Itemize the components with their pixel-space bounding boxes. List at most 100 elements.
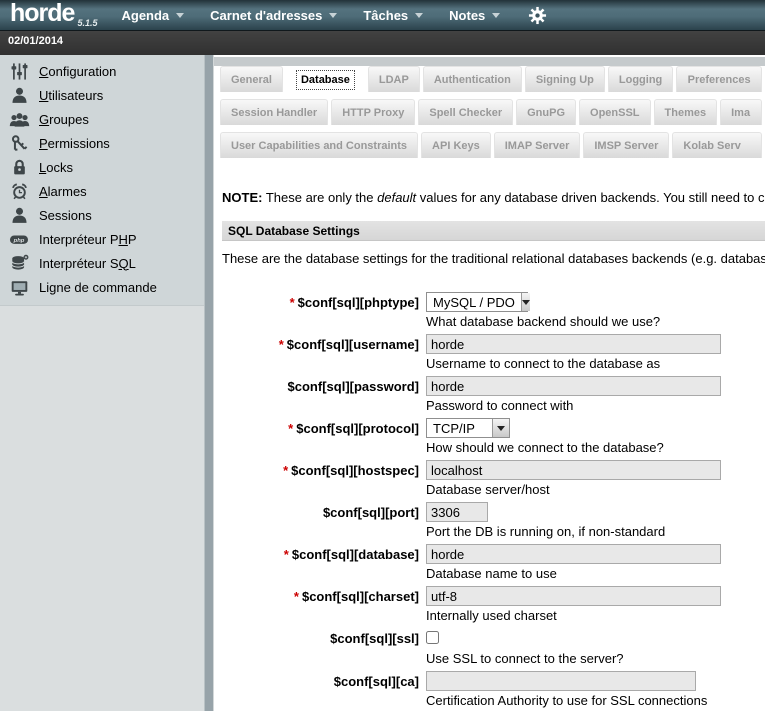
menu-notes[interactable]: Notes [449, 8, 500, 23]
tab-authentication[interactable]: Authentication [423, 66, 522, 92]
field-row-ssl: *$conf[sql][ssl] Use SSL to connect to t… [214, 628, 765, 666]
field-help: Database server/host [426, 482, 721, 497]
database-icon [8, 253, 30, 273]
required-marker: * [283, 463, 288, 478]
tab-signing-up[interactable]: Signing Up [525, 66, 605, 92]
sidebar-item-configuration[interactable]: Configuration [0, 59, 204, 83]
logo-text: horde [10, 0, 74, 27]
topbar: horde5.1.5 Agenda Carnet d'adresses Tâch… [0, 0, 765, 31]
sidebar-item-alarmes[interactable]: Alarmes [0, 179, 204, 203]
tab-session-handler[interactable]: Session Handler [220, 99, 328, 125]
field-row-username: *$conf[sql][username] Username to connec… [214, 334, 765, 371]
required-marker: * [284, 547, 289, 562]
user-icon [8, 85, 30, 105]
tab-http-proxy[interactable]: HTTP Proxy [331, 99, 415, 125]
tab-gnupg[interactable]: GnuPG [516, 99, 576, 125]
field-help: Database name to use [426, 566, 721, 581]
field-help: Internally used charset [426, 608, 721, 623]
horde-logo[interactable]: horde5.1.5 [10, 0, 97, 32]
app-menubar: Agenda Carnet d'adresses Tâches Notes [121, 6, 547, 25]
menu-carnet-adresses[interactable]: Carnet d'adresses [210, 8, 337, 23]
charset-input[interactable] [426, 586, 721, 606]
field-row-password: *$conf[sql][password] Password to connec… [214, 376, 765, 413]
section-description: These are the database settings for the … [222, 251, 765, 266]
tab-imsp-server[interactable]: IMSP Server [583, 132, 669, 158]
date-bar: 02/01/2014 [0, 31, 765, 55]
ca-input[interactable] [426, 671, 696, 691]
tab-openssl[interactable]: OpenSSL [579, 99, 651, 125]
sidebar-divider [204, 55, 213, 711]
phptype-select[interactable]: MySQL / PDO [426, 292, 528, 312]
php-icon: php [8, 229, 30, 249]
password-input[interactable] [426, 376, 721, 396]
tab-user-capabilities[interactable]: User Capabilities and Constraints [220, 132, 418, 158]
sidebar-item-interpreteur-php[interactable]: php Interpréteur PHP [0, 227, 204, 251]
field-row-charset: *$conf[sql][charset] Internally used cha… [214, 586, 765, 623]
chevron-down-icon [176, 13, 184, 18]
sql-settings-form: *$conf[sql][phptype] MySQL / PDO What da… [214, 292, 765, 708]
field-row-phptype: *$conf[sql][phptype] MySQL / PDO What da… [214, 292, 765, 329]
current-date: 02/01/2014 [8, 35, 63, 47]
field-row-protocol: *$conf[sql][protocol] TCP/IP How should … [214, 418, 765, 455]
username-input[interactable] [426, 334, 721, 354]
version-label: 5.1.5 [77, 18, 97, 28]
svg-text:php: php [13, 237, 25, 243]
tab-preferences[interactable]: Preferences [676, 66, 762, 92]
chevron-down-icon [492, 419, 509, 437]
field-row-hostspec: *$conf[sql][hostspec] Database server/ho… [214, 460, 765, 497]
tab-image[interactable]: Ima [720, 99, 762, 125]
field-help: Password to connect with [426, 398, 721, 413]
tab-general[interactable]: General [220, 66, 283, 92]
lock-icon [8, 157, 30, 177]
note-text: NOTE: These are only the default values … [222, 190, 765, 205]
monitor-icon [8, 277, 30, 297]
chevron-down-icon [415, 13, 423, 18]
field-row-port: *$conf[sql][port] Port the DB is running… [214, 502, 765, 539]
sidebar-item-interpreteur-sql[interactable]: Interpréteur SQL [0, 251, 204, 275]
menu-agenda[interactable]: Agenda [121, 8, 184, 23]
database-input[interactable] [426, 544, 721, 564]
field-help: Username to connect to the database as [426, 356, 721, 371]
chevron-down-icon [329, 13, 337, 18]
tab-logging[interactable]: Logging [608, 66, 673, 92]
sidebar-item-utilisateurs[interactable]: Utilisateurs [0, 83, 204, 107]
tab-api-keys[interactable]: API Keys [421, 132, 491, 158]
field-row-ca: *$conf[sql][ca] Certification Authority … [214, 671, 765, 708]
tab-spell-checker[interactable]: Spell Checker [418, 99, 513, 125]
page-layout: Configuration Utilisateurs [0, 55, 765, 711]
tab-ldap[interactable]: LDAP [368, 66, 420, 92]
field-help: How should we connect to the database? [426, 440, 664, 455]
tab-kolab-server[interactable]: Kolab Serv [672, 132, 762, 158]
config-content: General Database LDAP Authentication Sig… [213, 55, 765, 711]
content-top-band [214, 57, 765, 66]
users-icon [8, 109, 30, 129]
tab-themes[interactable]: Themes [654, 99, 718, 125]
required-marker: * [279, 337, 284, 352]
sidebar-item-ligne-de-commande[interactable]: Ligne de commande [0, 275, 204, 299]
hostspec-input[interactable] [426, 460, 721, 480]
sidebar-item-sessions[interactable]: Sessions [0, 203, 204, 227]
required-marker: * [290, 295, 295, 310]
gear-icon[interactable] [528, 6, 547, 25]
sidebar-item-groupes[interactable]: Groupes [0, 107, 204, 131]
section-header: SQL Database Settings [222, 221, 765, 241]
sidebar-item-permissions[interactable]: Permissions [0, 131, 204, 155]
admin-sidebar: Configuration Utilisateurs [0, 55, 204, 711]
tab-imap-server[interactable]: IMAP Server [494, 132, 581, 158]
field-help: Use SSL to connect to the server? [426, 651, 624, 666]
alarm-clock-icon [8, 181, 30, 201]
required-marker: * [288, 421, 293, 436]
protocol-select[interactable]: TCP/IP [426, 418, 510, 438]
sidebar-item-locks[interactable]: Locks [0, 155, 204, 179]
field-help: What database backend should we use? [426, 314, 660, 329]
tab-database[interactable]: Database [286, 66, 365, 92]
field-help: Certification Authority to use for SSL c… [426, 693, 707, 708]
port-input[interactable] [426, 502, 488, 522]
user-icon [8, 205, 30, 225]
menu-taches[interactable]: Tâches [363, 8, 423, 23]
chevron-down-icon [521, 293, 530, 311]
keys-icon [8, 133, 30, 153]
chevron-down-icon [492, 13, 500, 18]
admin-menu: Configuration Utilisateurs [0, 55, 204, 306]
ssl-checkbox[interactable] [426, 631, 439, 644]
